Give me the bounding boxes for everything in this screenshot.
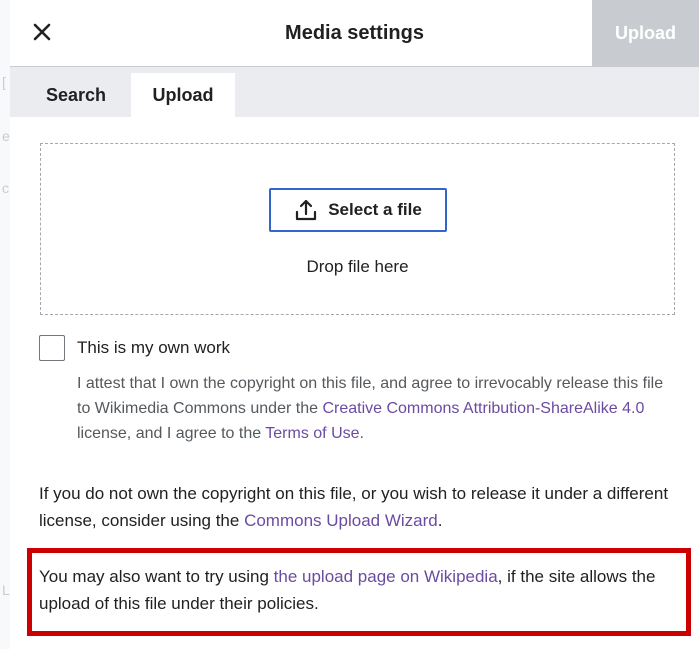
notice-text: . [437, 511, 443, 530]
notice-text: You may also want to try using [39, 567, 274, 586]
upload-icon [296, 199, 317, 221]
attest-text: license, and I agree to the [77, 425, 266, 442]
attest-text: . [359, 425, 364, 442]
wikipedia-upload-notice: You may also want to try using the uploa… [39, 563, 689, 617]
license-link[interactable]: Creative Commons Attribution-ShareAlike … [322, 400, 644, 417]
background-mark: [ [2, 74, 6, 90]
select-file-label: Select a file [328, 200, 422, 219]
own-work-attestation: I attest that I own the copyright on thi… [77, 371, 677, 446]
terms-of-use-link[interactable]: Terms of Use [265, 425, 359, 442]
upload-action-button[interactable]: Upload [592, 0, 699, 66]
own-work-checkbox[interactable] [39, 335, 65, 361]
dialog-title: Media settings [285, 22, 424, 44]
media-settings-dialog: Media settings Upload Search Upload Sele… [10, 0, 699, 649]
tab-search[interactable]: Search [28, 73, 124, 117]
select-file-button[interactable]: Select a file [269, 188, 447, 232]
drop-file-text: Drop file here [306, 257, 409, 276]
background-mark: e [2, 128, 10, 144]
tab-upload[interactable]: Upload [131, 73, 235, 117]
not-own-work-notice: If you do not own the copyright on this … [39, 480, 689, 534]
upload-wizard-link[interactable]: Commons Upload Wizard [244, 511, 438, 530]
tab-bar: Search Upload [10, 67, 699, 117]
background-mark: c [2, 180, 9, 196]
own-work-label[interactable]: This is my own work [77, 338, 230, 358]
dialog-header: Media settings Upload [10, 0, 699, 67]
file-dropzone[interactable]: Select a file Drop file here [40, 143, 675, 315]
background-mark: L [2, 582, 10, 598]
wikipedia-upload-page-link[interactable]: the upload page on Wikipedia [274, 567, 498, 586]
